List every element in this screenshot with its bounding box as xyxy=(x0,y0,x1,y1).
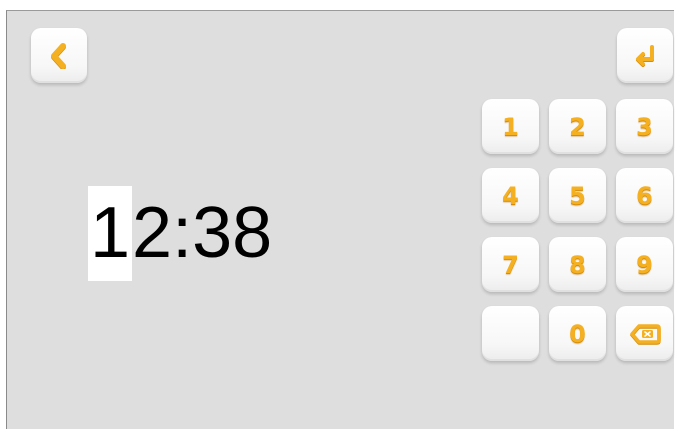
key-label: 5 xyxy=(569,181,586,210)
key-4[interactable]: 4 xyxy=(482,168,539,223)
key-8[interactable]: 8 xyxy=(549,237,606,292)
key-label: 8 xyxy=(569,250,586,279)
key-9[interactable]: 9 xyxy=(616,237,673,292)
enter-button[interactable] xyxy=(617,28,673,83)
key-3[interactable]: 3 xyxy=(616,99,673,154)
key-7[interactable]: 7 xyxy=(482,237,539,292)
backspace-button[interactable] xyxy=(616,306,673,361)
key-1[interactable]: 1 xyxy=(482,99,539,154)
key-5[interactable]: 5 xyxy=(549,168,606,223)
key-label: 3 xyxy=(636,112,653,141)
cursor-char: 1 xyxy=(88,185,133,281)
enter-return-icon xyxy=(632,44,658,68)
key-label: 4 xyxy=(502,181,519,210)
key-blank[interactable] xyxy=(482,306,539,361)
time-display[interactable]: 1 2:38 xyxy=(88,185,273,281)
key-label: 1 xyxy=(502,112,519,141)
key-0[interactable]: 0 xyxy=(549,306,606,361)
chevron-left-icon xyxy=(48,42,70,69)
key-label: 7 xyxy=(502,250,519,279)
back-button[interactable] xyxy=(31,28,87,83)
key-label: 6 xyxy=(636,181,653,210)
key-label: 9 xyxy=(636,250,653,279)
key-6[interactable]: 6 xyxy=(616,168,673,223)
key-label: 0 xyxy=(569,319,586,348)
key-label: 2 xyxy=(569,112,586,141)
backspace-icon xyxy=(629,323,661,345)
time-entry-screen: 1 2:38 1 2 3 4 5 6 7 8 9 0 xyxy=(6,10,674,429)
key-2[interactable]: 2 xyxy=(549,99,606,154)
time-rest: 2:38 xyxy=(132,192,273,273)
